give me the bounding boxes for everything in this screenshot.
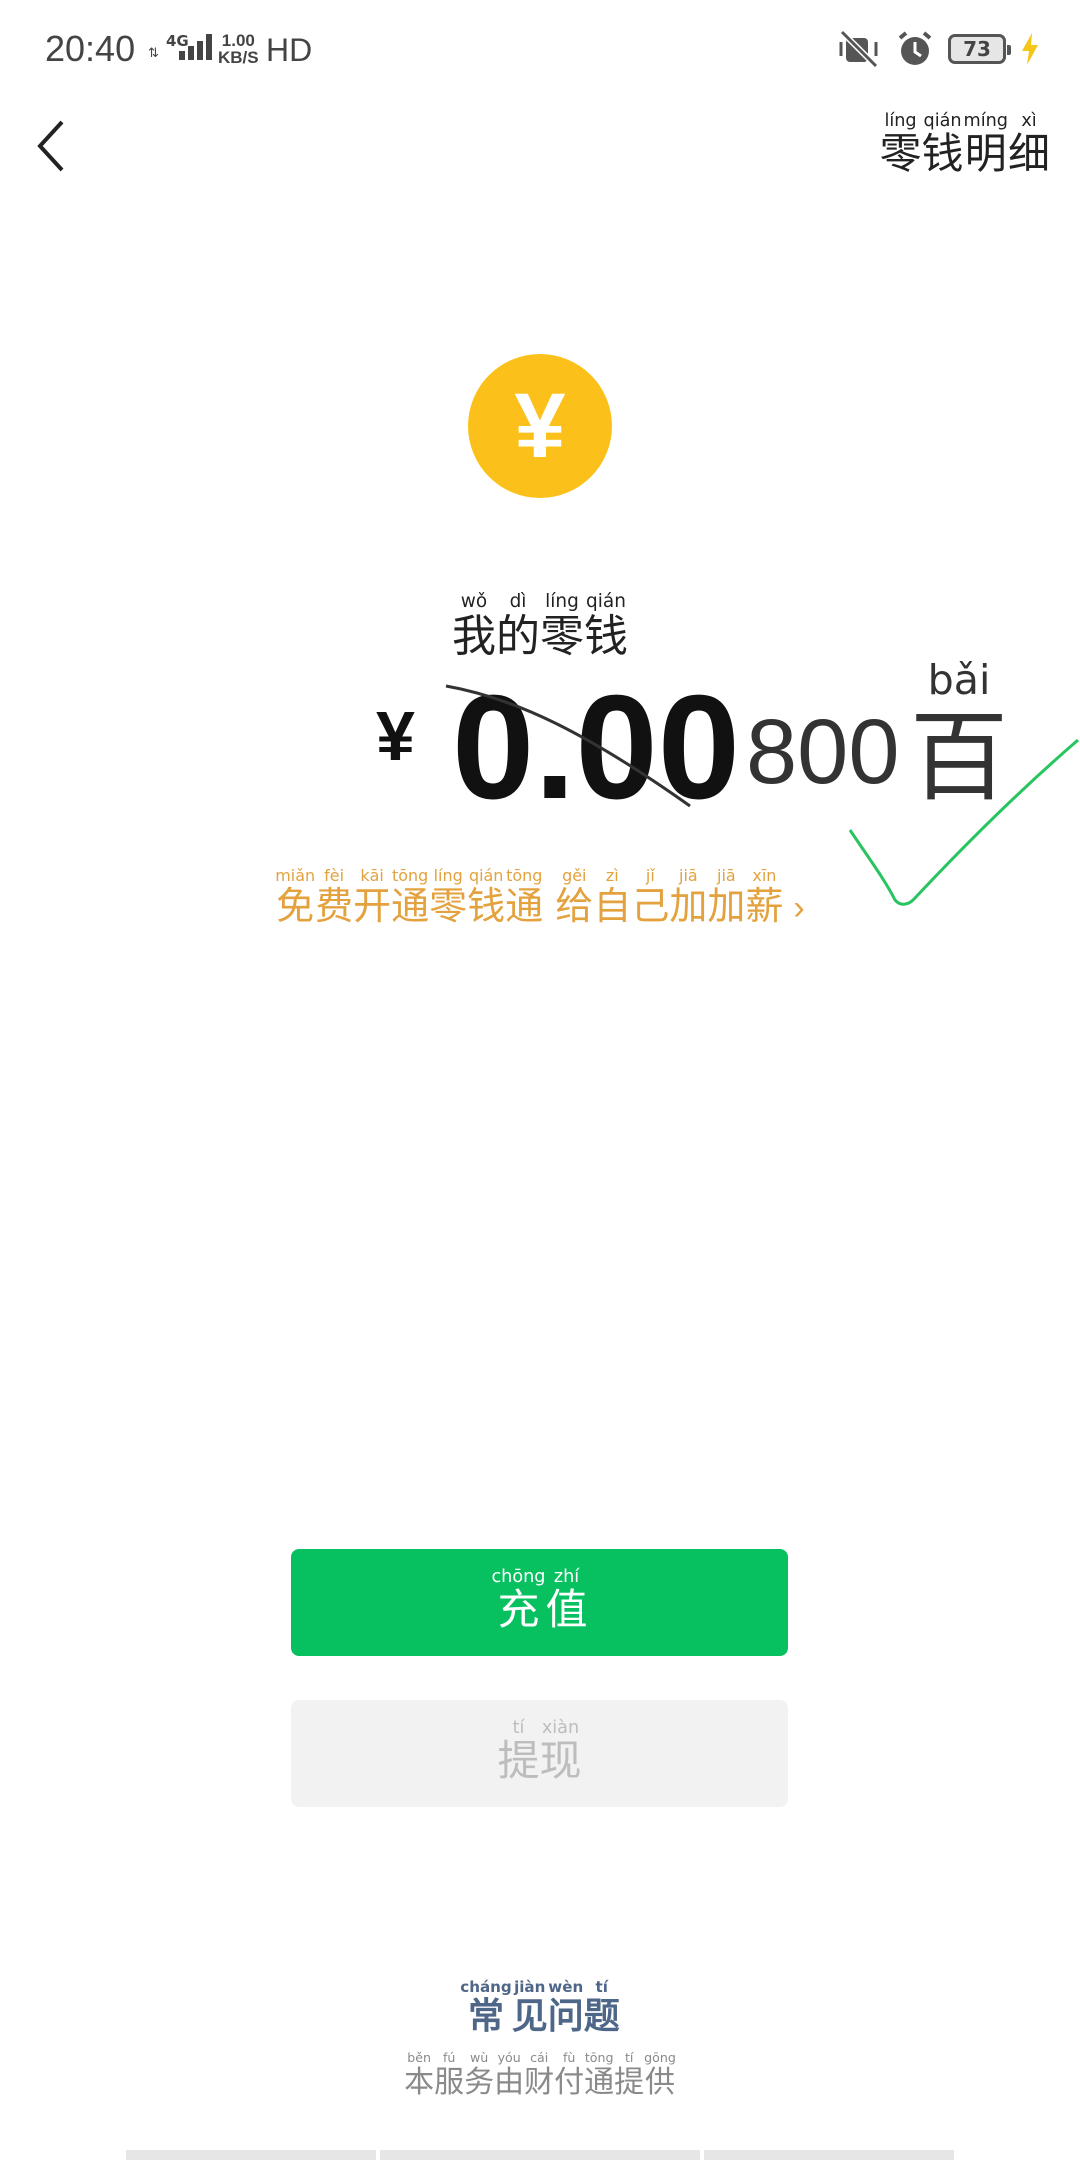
promo-text: 免miǎn费fèi开kāi通tōng零líng钱qián通tōng 给gěi自z… — [275, 866, 784, 928]
withdraw-button[interactable]: 提tí现xiàn — [291, 1700, 788, 1807]
network-type: 4G — [166, 32, 189, 50]
faq-label: 常cháng见jiàn问wèn题tí — [460, 1978, 620, 2037]
status-right: 73 — [836, 30, 1040, 68]
provider-note: 本běn服fú务wù由yóu财cái付fù通tōng提tí供gōng — [0, 2050, 1080, 2101]
balance-label: 我wǒ的dì零líng钱qián — [0, 591, 1080, 664]
hd-indicator: HD — [266, 32, 313, 68]
network-speed: 1.00 KB/S — [218, 32, 259, 66]
promo-link[interactable]: 免miǎn费fèi开kāi通tōng零líng钱qián通tōng 给gěi自z… — [0, 866, 1080, 930]
charging-icon — [1022, 33, 1038, 65]
signal-icon: ⇅ 4G — [148, 32, 212, 61]
chevron-right-icon: › — [793, 889, 805, 927]
battery-level: 73 — [963, 37, 991, 61]
strikethrough-mark — [445, 684, 691, 808]
faq-link[interactable]: 常cháng见jiàn问wèn题tí — [0, 1978, 1080, 2039]
battery-icon: 73 — [948, 34, 1011, 64]
provider-text: 本běn服fú务wù由yóu财cái付fù通tōng提tí供gōng — [404, 2050, 676, 2100]
bottom-nav-hint — [126, 2150, 954, 2160]
speed-unit: KB/S — [218, 48, 259, 67]
status-time: 20:40 — [45, 28, 136, 69]
balance-label-text: 我wǒ的dì零líng钱qián — [452, 591, 628, 662]
recharge-button[interactable]: 充chōng值zhí — [291, 1549, 788, 1656]
coin-symbol: ¥ — [514, 375, 566, 477]
chevron-left-icon — [37, 120, 64, 172]
speed-value: 1.00 — [221, 31, 255, 50]
alarm-icon — [898, 31, 932, 65]
yuan-coin-icon: ¥ — [468, 354, 612, 498]
mute-vibrate-icon — [839, 30, 879, 68]
data-arrows-icon: ⇅ — [148, 46, 159, 61]
recharge-label: 充chōng值zhí — [491, 1567, 588, 1634]
withdraw-label: 提tí现xiàn — [497, 1718, 582, 1785]
currency-symbol: ¥ — [376, 697, 415, 775]
back-button[interactable] — [30, 112, 90, 182]
status-bar: 20:40 ⇅ 4G 1.00 KB/S HD 73 — [0, 0, 1080, 104]
wallet-detail-label: 零líng钱qián明míng细xì — [879, 111, 1050, 178]
wallet-detail-link[interactable]: 零líng钱qián明míng细xì — [879, 111, 1050, 181]
